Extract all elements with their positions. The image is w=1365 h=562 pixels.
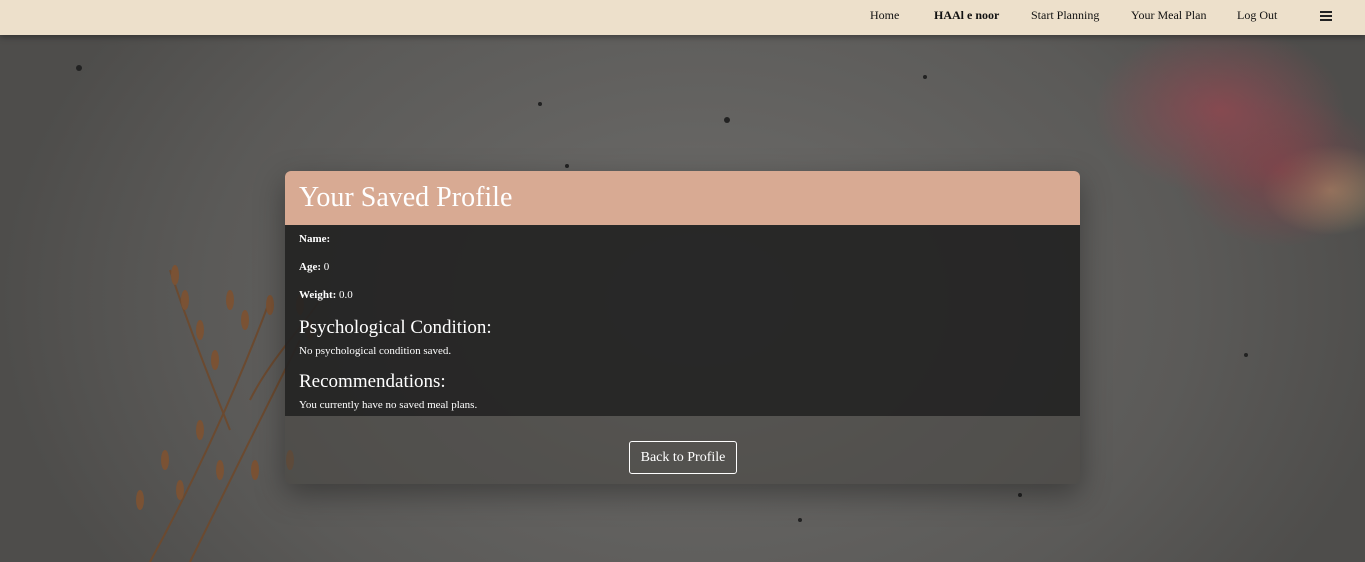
- hamburger-menu-icon[interactable]: [1320, 8, 1336, 24]
- psych-condition-heading: Psychological Condition:: [299, 317, 492, 338]
- recommendations-heading: Recommendations:: [299, 371, 446, 392]
- weight-value: 0.0: [339, 289, 353, 301]
- name-field: Name:: [299, 233, 1066, 246]
- weight-label: Weight:: [299, 289, 337, 301]
- nav-home-link[interactable]: Home: [870, 8, 899, 23]
- top-navbar: Home HAAl e noor Start Planning Your Mea…: [0, 0, 1365, 35]
- page-title: Your Saved Profile: [299, 182, 513, 213]
- age-label: Age:: [299, 261, 321, 273]
- nav-brand-link[interactable]: HAAl e noor: [934, 8, 999, 23]
- name-label: Name:: [299, 233, 331, 245]
- age-field: Age: 0: [299, 261, 1066, 274]
- profile-details: Name: Age: 0 Weight: 0.0 Psychological C…: [285, 225, 1080, 416]
- nav-logout-link[interactable]: Log Out: [1237, 8, 1277, 23]
- nav-meal-plan-link[interactable]: Your Meal Plan: [1131, 8, 1206, 23]
- card-header: Your Saved Profile: [285, 171, 1080, 225]
- nav-start-planning-link[interactable]: Start Planning: [1031, 8, 1099, 23]
- saved-profile-card: Your Saved Profile Name: Age: 0 Weight: …: [285, 171, 1080, 484]
- recommendations-text: You currently have no saved meal plans.: [299, 399, 478, 411]
- back-to-profile-button[interactable]: Back to Profile: [629, 441, 737, 474]
- psych-condition-text: No psychological condition saved.: [299, 345, 452, 357]
- weight-field: Weight: 0.0: [299, 289, 1066, 302]
- age-value: 0: [323, 261, 330, 273]
- card-footer: Back to Profile: [285, 416, 1080, 484]
